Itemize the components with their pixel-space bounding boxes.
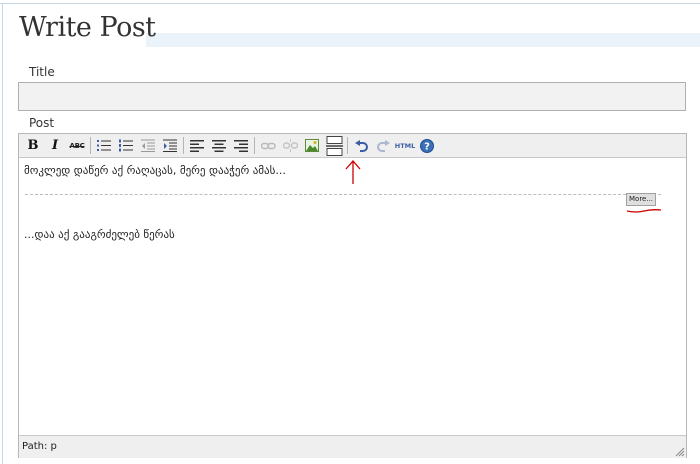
page-title: Write Post — [19, 12, 156, 43]
redo-icon — [376, 139, 390, 152]
align-center-icon — [212, 139, 226, 152]
more-divider — [25, 194, 661, 195]
italic-icon: I — [51, 138, 59, 153]
page-border-left — [2, 3, 3, 464]
element-path: Path: p — [22, 441, 57, 452]
toolbar-separator — [183, 137, 184, 154]
bold-icon: B — [27, 138, 39, 153]
editor-text-line: მოკლედ დაწერ აქ რაღაცას, მერე დააჭერ ამა… — [24, 164, 286, 177]
toolbar-separator — [347, 137, 348, 154]
post-label: Post — [29, 116, 55, 130]
svg-text:?: ? — [424, 141, 430, 152]
title-input[interactable] — [18, 82, 686, 111]
undo-button[interactable] — [350, 136, 372, 156]
editor-content[interactable]: მოკლედ დაწერ აქ რაღაცას, მერე დააჭერ ამა… — [19, 158, 686, 434]
resize-grip-icon[interactable] — [674, 446, 685, 457]
indent-button[interactable] — [159, 136, 181, 156]
numbered-list-button[interactable] — [115, 136, 137, 156]
align-center-button[interactable] — [208, 136, 230, 156]
undo-icon — [354, 139, 368, 152]
outdent-button[interactable] — [137, 136, 159, 156]
help-button[interactable]: ? — [416, 136, 438, 156]
bullet-list-icon — [97, 140, 111, 151]
strikethrough-icon: ABC — [69, 141, 85, 150]
image-icon — [305, 139, 319, 152]
title-band — [146, 33, 700, 47]
unlink-icon — [282, 139, 298, 152]
annotation-arrow — [345, 160, 361, 184]
redo-button[interactable] — [372, 136, 394, 156]
annotation-underline — [626, 209, 662, 213]
unlink-button[interactable] — [279, 136, 301, 156]
insert-more-button[interactable] — [323, 135, 345, 156]
title-label: Title — [29, 65, 55, 79]
italic-button[interactable]: I — [44, 136, 66, 156]
bullet-list-button[interactable] — [93, 136, 115, 156]
numbered-list-icon — [119, 139, 133, 152]
more-break-icon — [325, 135, 343, 156]
editor-text-line: ...დაა აქ გააგრძელებ წერას — [24, 228, 175, 241]
toolbar-separator — [90, 137, 91, 154]
link-icon — [260, 142, 276, 149]
help-icon: ? — [420, 138, 434, 153]
editor-status-bar: Path: p — [19, 435, 686, 458]
more-tag: More... — [626, 193, 657, 206]
bold-button[interactable]: B — [22, 136, 44, 156]
indent-icon — [163, 139, 177, 152]
toolbar-separator — [254, 137, 255, 154]
page-border — [0, 3, 700, 4]
align-right-icon — [234, 139, 248, 152]
align-left-icon — [190, 139, 204, 152]
align-right-button[interactable] — [230, 136, 252, 156]
html-button[interactable]: HTML — [394, 136, 416, 156]
html-icon: HTML — [394, 141, 416, 150]
insert-link-button[interactable] — [257, 136, 279, 156]
editor-toolbar: B I ABC HTML ? — [19, 134, 686, 158]
strikethrough-button[interactable]: ABC — [66, 136, 88, 156]
insert-image-button[interactable] — [301, 136, 323, 156]
align-left-button[interactable] — [186, 136, 208, 156]
outdent-icon — [141, 139, 155, 152]
